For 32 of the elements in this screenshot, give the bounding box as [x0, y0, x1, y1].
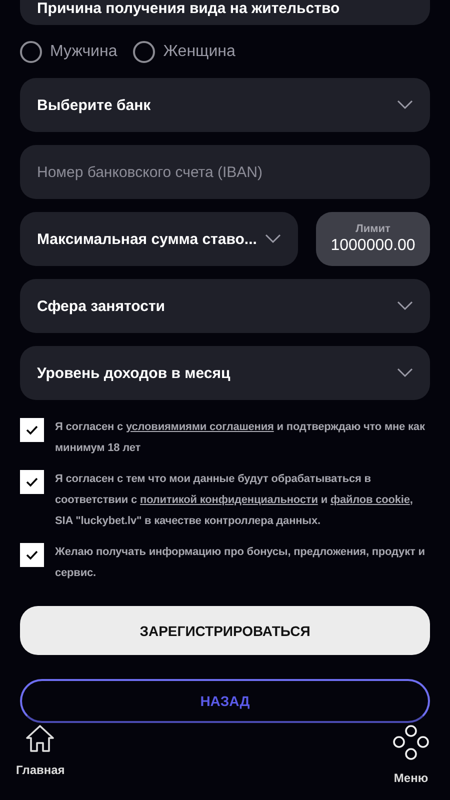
- consent-text: Желаю получать информацию про бонусы, предложения, продукт и сервис.: [55, 545, 426, 581]
- select-field[interactable]: Сфера занятости: [20, 279, 430, 333]
- nav-item[interactable]: Меню: [392, 725, 430, 785]
- limit-label: Лимит: [356, 223, 390, 235]
- gender-radio[interactable]: Женщина: [133, 41, 236, 63]
- select-field[interactable]: Максимальная сумма ставо...: [20, 212, 298, 266]
- link[interactable]: файлов cookie: [330, 494, 410, 506]
- chevron-down-icon: [397, 100, 413, 110]
- back-button[interactable]: НАЗАД: [20, 679, 430, 723]
- checkbox[interactable]: [20, 543, 44, 567]
- consent-text: Я согласен с тем что мои данные будут обрабатываться в соответствии с политикой конфиденциальности и файлов cookie, SIA "luckybet.lv" в качестве контроллера данных.: [55, 472, 414, 529]
- gender-radio[interactable]: Мужчина: [20, 41, 118, 63]
- checkbox[interactable]: [20, 418, 44, 442]
- chevron-down-icon: [397, 368, 413, 378]
- check-icon: [26, 425, 38, 435]
- link[interactable]: политикой конфиденциальности: [140, 494, 318, 506]
- chevron-down-icon: [265, 234, 281, 244]
- check-icon: [26, 477, 38, 487]
- menu-icon: [392, 725, 430, 761]
- input-field[interactable]: Номер банковского счета (IBAN): [20, 145, 430, 199]
- register-button[interactable]: ЗАРЕГИСТРИРОВАТЬСЯ: [20, 606, 430, 655]
- check-icon: [26, 550, 38, 560]
- home-icon: [25, 725, 56, 753]
- select-field[interactable]: Уровень доходов в месяц: [20, 346, 430, 400]
- limit-value: 1000000.00: [330, 237, 416, 255]
- select-field[interactable]: Причина получения вида на жительство: [20, 0, 430, 25]
- chevron-down-icon: [397, 301, 413, 311]
- select-field[interactable]: Выберите банк: [20, 78, 430, 132]
- link[interactable]: условиямиями соглашения: [126, 421, 274, 433]
- consent-text: Я согласен с условиямиями соглашения и подтверждаю что мне как минимум 18 лет: [55, 420, 426, 456]
- checkbox[interactable]: [20, 470, 44, 494]
- nav-item[interactable]: Главная: [16, 725, 65, 785]
